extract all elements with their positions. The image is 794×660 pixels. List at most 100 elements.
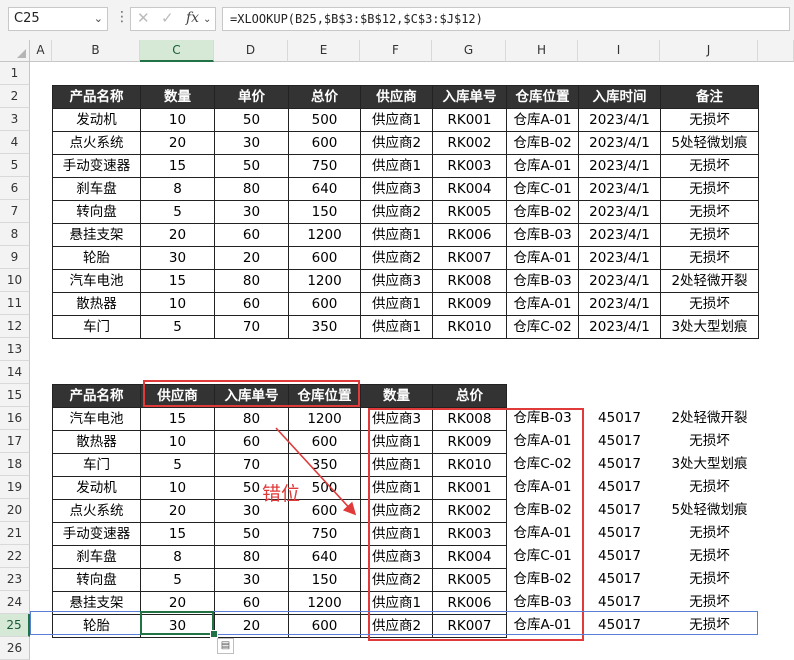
table2-cell[interactable]: 供应商2	[360, 614, 433, 638]
row-header-10[interactable]: 10	[0, 269, 30, 292]
table2-cell[interactable]: 1200	[288, 591, 361, 615]
column-header-h[interactable]: H	[506, 40, 578, 62]
table1-cell[interactable]: 供应商3	[360, 177, 433, 201]
table2-cell[interactable]: 8	[140, 545, 215, 569]
table1-cell[interactable]: RK008	[432, 269, 507, 293]
table2-cell[interactable]: RK010	[432, 453, 507, 477]
table1-header-cell[interactable]: 仓库位置	[506, 85, 579, 109]
table1-cell[interactable]: 8	[140, 177, 215, 201]
row-header-23[interactable]: 23	[0, 568, 30, 591]
table1-cell[interactable]: 供应商2	[360, 200, 433, 224]
table2-cell[interactable]: 70	[214, 453, 289, 477]
table1-cell[interactable]: 15	[140, 269, 215, 293]
table1-cell[interactable]: 转向盘	[52, 200, 141, 224]
table2-cell[interactable]: 无损坏	[660, 591, 759, 615]
enter-icon[interactable]: ✓	[161, 9, 174, 27]
table1-cell[interactable]: 30	[214, 131, 289, 155]
column-header-i[interactable]: I	[578, 40, 660, 62]
table2-cell[interactable]: 45017	[578, 614, 661, 638]
table1-cell[interactable]: RK005	[432, 200, 507, 224]
table2-cell[interactable]: 仓库B-02	[506, 568, 579, 592]
row-header-9[interactable]: 9	[0, 246, 30, 269]
table1-cell[interactable]: 10	[140, 108, 215, 132]
table2-cell[interactable]: 10	[140, 476, 215, 500]
table2-cell[interactable]: 转向盘	[52, 568, 141, 592]
insert-function-icon[interactable]: fx	[186, 10, 199, 26]
table1-header-cell[interactable]: 产品名称	[52, 85, 141, 109]
table1-cell[interactable]: 20	[140, 223, 215, 247]
table1-header-cell[interactable]: 数量	[140, 85, 215, 109]
table1-cell[interactable]: 5	[140, 200, 215, 224]
table2-header-cell[interactable]: 入库单号	[214, 384, 289, 408]
table1-cell[interactable]: 2023/4/1	[578, 246, 661, 270]
table1-cell[interactable]: 70	[214, 315, 289, 339]
table1-cell[interactable]: 供应商2	[360, 131, 433, 155]
column-header-a[interactable]: A	[30, 40, 52, 62]
table2-cell[interactable]: 仓库B-02	[506, 499, 579, 523]
table2-cell[interactable]: 15	[140, 522, 215, 546]
table2-cell[interactable]: 600	[288, 430, 361, 454]
table2-cell[interactable]: 仓库B-03	[506, 591, 579, 615]
table2-cell[interactable]: 供应商1	[360, 476, 433, 500]
table1-cell[interactable]: 2处轻微开裂	[660, 269, 759, 293]
row-header-3[interactable]: 3	[0, 108, 30, 131]
table2-cell[interactable]: 150	[288, 568, 361, 592]
table2-header-cell[interactable]: 产品名称	[52, 384, 141, 408]
table2-cell[interactable]: 5处轻微划痕	[660, 499, 759, 523]
table2-cell[interactable]: 供应商2	[360, 499, 433, 523]
table1-cell[interactable]: 750	[288, 154, 361, 178]
table1-cell[interactable]: 5处轻微划痕	[660, 131, 759, 155]
table1-cell[interactable]: 20	[140, 131, 215, 155]
table1-cell[interactable]: 仓库B-02	[506, 200, 579, 224]
table1-cell[interactable]: 供应商2	[360, 246, 433, 270]
table1-cell[interactable]: RK003	[432, 154, 507, 178]
row-header-25[interactable]: 25	[0, 614, 30, 637]
table1-header-cell[interactable]: 入库单号	[432, 85, 507, 109]
table2-cell[interactable]: RK008	[432, 407, 507, 431]
table2-cell[interactable]: 悬挂支架	[52, 591, 141, 615]
row-header-15[interactable]: 15	[0, 384, 30, 407]
table1-cell[interactable]: 无损坏	[660, 292, 759, 316]
table1-cell[interactable]: RK007	[432, 246, 507, 270]
table1-cell[interactable]: 80	[214, 269, 289, 293]
table1-cell[interactable]: 20	[214, 246, 289, 270]
table2-cell[interactable]: 80	[214, 545, 289, 569]
table1-cell[interactable]: 点火系统	[52, 131, 141, 155]
table1-cell[interactable]: 5	[140, 315, 215, 339]
table2-cell[interactable]: 仓库C-01	[506, 545, 579, 569]
table1-header-cell[interactable]: 总价	[288, 85, 361, 109]
table2-cell[interactable]: 5	[140, 453, 215, 477]
row-header-6[interactable]: 6	[0, 177, 30, 200]
table1-cell[interactable]: 2023/4/1	[578, 200, 661, 224]
table2-cell[interactable]: 45017	[578, 591, 661, 615]
table1-cell[interactable]: 仓库B-02	[506, 131, 579, 155]
column-header-c[interactable]: C	[140, 40, 214, 62]
table2-cell[interactable]: 2处轻微开裂	[660, 407, 759, 431]
row-header-11[interactable]: 11	[0, 292, 30, 315]
table2-cell[interactable]: 45017	[578, 568, 661, 592]
table2-cell[interactable]: 30	[140, 614, 215, 638]
table1-cell[interactable]: RK009	[432, 292, 507, 316]
table1-cell[interactable]: 无损坏	[660, 154, 759, 178]
table1-cell[interactable]: 仓库A-01	[506, 292, 579, 316]
table2-cell[interactable]: 10	[140, 430, 215, 454]
table1-cell[interactable]: 供应商1	[360, 223, 433, 247]
table2-cell[interactable]: 20	[140, 499, 215, 523]
table1-cell[interactable]: 500	[288, 108, 361, 132]
table2-cell[interactable]: 刹车盘	[52, 545, 141, 569]
table2-cell[interactable]: 无损坏	[660, 568, 759, 592]
table1-cell[interactable]: 发动机	[52, 108, 141, 132]
row-header-20[interactable]: 20	[0, 499, 30, 522]
select-all-corner[interactable]	[0, 40, 30, 62]
table1-cell[interactable]: 无损坏	[660, 246, 759, 270]
table2-cell[interactable]: 仓库C-02	[506, 453, 579, 477]
table2-cell[interactable]: 5	[140, 568, 215, 592]
table1-header-cell[interactable]: 单价	[214, 85, 289, 109]
row-header-8[interactable]: 8	[0, 223, 30, 246]
table2-cell[interactable]: 30	[214, 568, 289, 592]
table1-cell[interactable]: 车门	[52, 315, 141, 339]
table2-cell[interactable]: 仓库B-03	[506, 407, 579, 431]
table1-cell[interactable]: 手动变速器	[52, 154, 141, 178]
fill-handle[interactable]	[210, 630, 218, 638]
row-header-19[interactable]: 19	[0, 476, 30, 499]
